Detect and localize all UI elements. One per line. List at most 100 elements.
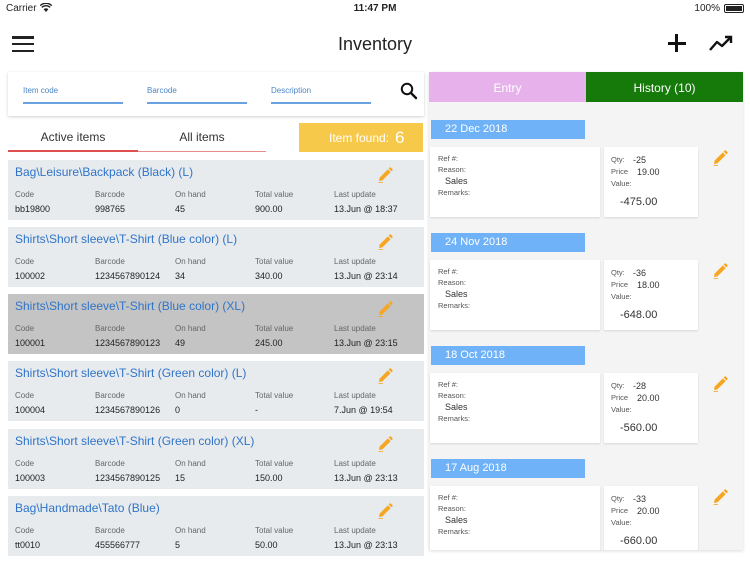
- tab-entry[interactable]: Entry: [429, 72, 586, 102]
- total-value-label: Total value: [255, 324, 294, 333]
- item-last-update: 13.Jun @ 18:37: [334, 204, 398, 214]
- qty-value: -25: [633, 155, 647, 165]
- item-code: 100004: [15, 405, 46, 415]
- item-barcode: 1234567890124: [95, 271, 161, 281]
- item-code: bb19800: [15, 204, 51, 214]
- total-value-label: Total value: [255, 391, 294, 400]
- history-date: 24 Nov 2018: [445, 236, 508, 248]
- reason-value: Sales: [445, 176, 468, 186]
- tab-active-items[interactable]: Active items: [8, 126, 138, 152]
- item-row[interactable]: Shirts\Short sleeve\T-Shirt (Green color…: [8, 429, 424, 489]
- qty-label: Qty:: [611, 381, 625, 390]
- edit-pencil-icon[interactable]: [711, 375, 729, 393]
- code-label: Code: [15, 459, 35, 468]
- barcode-label: Barcode: [95, 190, 125, 199]
- history-amount-box: Qty: -25 Price 19.00 Value: -475.00: [604, 147, 698, 217]
- ref-label: Ref #:: [438, 493, 459, 502]
- edit-pencil-icon[interactable]: [711, 262, 729, 280]
- battery-icon: [724, 4, 744, 13]
- value-amount: -560.00: [620, 422, 658, 434]
- price-value: 20.00: [637, 393, 660, 403]
- item-found-count: 6: [395, 128, 405, 147]
- item-total-value: 900.00: [255, 204, 283, 214]
- item-name: Shirts\Short sleeve\T-Shirt (Green color…: [15, 366, 247, 380]
- item-barcode: 1234567890125: [95, 473, 161, 483]
- item-name: Shirts\Short sleeve\T-Shirt (Blue color)…: [15, 232, 238, 246]
- tab-all-items[interactable]: All items: [138, 126, 266, 152]
- add-icon[interactable]: [666, 32, 688, 54]
- barcode-label: Barcode: [95, 459, 125, 468]
- history-details-box: Ref #: Reason: Sales Remarks:: [430, 486, 600, 550]
- battery-percent: 100%: [694, 3, 720, 14]
- last-update-label: Last update: [334, 190, 376, 199]
- last-update-label: Last update: [334, 391, 376, 400]
- clock: 11:47 PM: [353, 3, 397, 14]
- item-last-update: 13.Jun @ 23:13: [334, 473, 398, 483]
- item-name: Bag\Handmade\Tato (Blue): [15, 501, 160, 515]
- item-row[interactable]: Shirts\Short sleeve\T-Shirt (Blue color)…: [8, 227, 424, 287]
- trending-chart-icon[interactable]: [708, 34, 734, 52]
- ref-label: Ref #:: [438, 380, 459, 389]
- page-title: Inventory: [337, 34, 413, 54]
- edit-pencil-icon[interactable]: [376, 435, 394, 453]
- price-value: 20.00: [637, 506, 660, 516]
- barcode-field[interactable]: [147, 80, 247, 104]
- item-found-badge: Item found: 6: [299, 123, 423, 152]
- description-input[interactable]: [271, 82, 371, 95]
- last-update-label: Last update: [334, 324, 376, 333]
- remarks-label: Remarks:: [438, 301, 471, 310]
- reason-label: Reason:: [438, 165, 466, 174]
- item-last-update: 7.Jun @ 19:54: [334, 405, 393, 415]
- history-amount-box: Qty: -36 Price 18.00 Value: -648.00: [604, 260, 698, 330]
- item-row[interactable]: Shirts\Short sleeve\T-Shirt (Blue color)…: [8, 294, 424, 354]
- history-date: 18 Oct 2018: [445, 349, 505, 361]
- remarks-label: Remarks:: [438, 414, 471, 423]
- edit-pencil-icon[interactable]: [711, 488, 729, 506]
- item-row[interactable]: Bag\Leisure\Backpack (Black) (L) Code bb19…: [8, 160, 424, 220]
- history-details-box: Ref #: Reason: Sales Remarks:: [430, 260, 600, 330]
- value-label: Value:: [611, 292, 632, 301]
- barcode-label: Barcode: [95, 526, 125, 535]
- edit-pencil-icon[interactable]: [376, 300, 394, 318]
- edit-pencil-icon[interactable]: [376, 166, 394, 184]
- barcode-label: Barcode: [95, 324, 125, 333]
- history-date: 17 Aug 2018: [445, 462, 507, 474]
- on-hand-label: On hand: [175, 324, 206, 333]
- edit-pencil-icon[interactable]: [376, 367, 394, 385]
- item-on-hand: 5: [175, 540, 181, 550]
- on-hand-label: On hand: [175, 459, 206, 468]
- price-label: Price: [611, 280, 629, 289]
- item-code: 100002: [15, 271, 46, 281]
- item-name: Shirts\Short sleeve\T-Shirt (Blue color)…: [15, 299, 246, 313]
- description-field[interactable]: [271, 80, 371, 104]
- history-entry: 17 Aug 2018 Ref #: Reason: Sales Remarks: Qty…: [429, 459, 743, 550]
- tab-entry-label: Entry: [493, 81, 522, 95]
- history-entry: 18 Oct 2018 Ref #: Reason: Sales Remarks: Qty…: [429, 346, 743, 454]
- item-row[interactable]: Bag\Handmade\Tato (Blue) Code tt0010 Barcod…: [8, 496, 424, 556]
- price-label: Price: [611, 167, 629, 176]
- edit-pencil-icon[interactable]: [376, 502, 394, 520]
- price-value: 18.00: [637, 280, 660, 290]
- edit-pencil-icon[interactable]: [376, 233, 394, 251]
- total-value-label: Total value: [255, 526, 294, 535]
- barcode-input[interactable]: [147, 82, 247, 95]
- tab-history[interactable]: History (10): [586, 72, 743, 102]
- history-entry: 22 Dec 2018 Ref #: Reason: Sales Remarks: Qty…: [429, 120, 743, 228]
- total-value-label: Total value: [255, 257, 294, 266]
- price-value: 19.00: [637, 167, 660, 177]
- item-barcode: 998765: [95, 204, 126, 214]
- history-date-bar: 22 Dec 2018: [431, 120, 585, 139]
- item-code-input[interactable]: [23, 82, 123, 95]
- search-icon[interactable]: [400, 82, 418, 100]
- edit-pencil-icon[interactable]: [711, 149, 729, 167]
- item-row[interactable]: Shirts\Short sleeve\T-Shirt (Green color…: [8, 361, 424, 421]
- on-hand-label: On hand: [175, 190, 206, 199]
- value-amount: -475.00: [620, 196, 658, 208]
- code-label: Code: [15, 324, 35, 333]
- remarks-label: Remarks:: [438, 188, 471, 197]
- item-total-value: 50.00: [255, 540, 278, 550]
- item-code-field[interactable]: [23, 80, 123, 104]
- item-last-update: 13.Jun @ 23:13: [334, 540, 398, 550]
- search-card: [8, 72, 424, 116]
- item-total-value: 150.00: [255, 473, 283, 483]
